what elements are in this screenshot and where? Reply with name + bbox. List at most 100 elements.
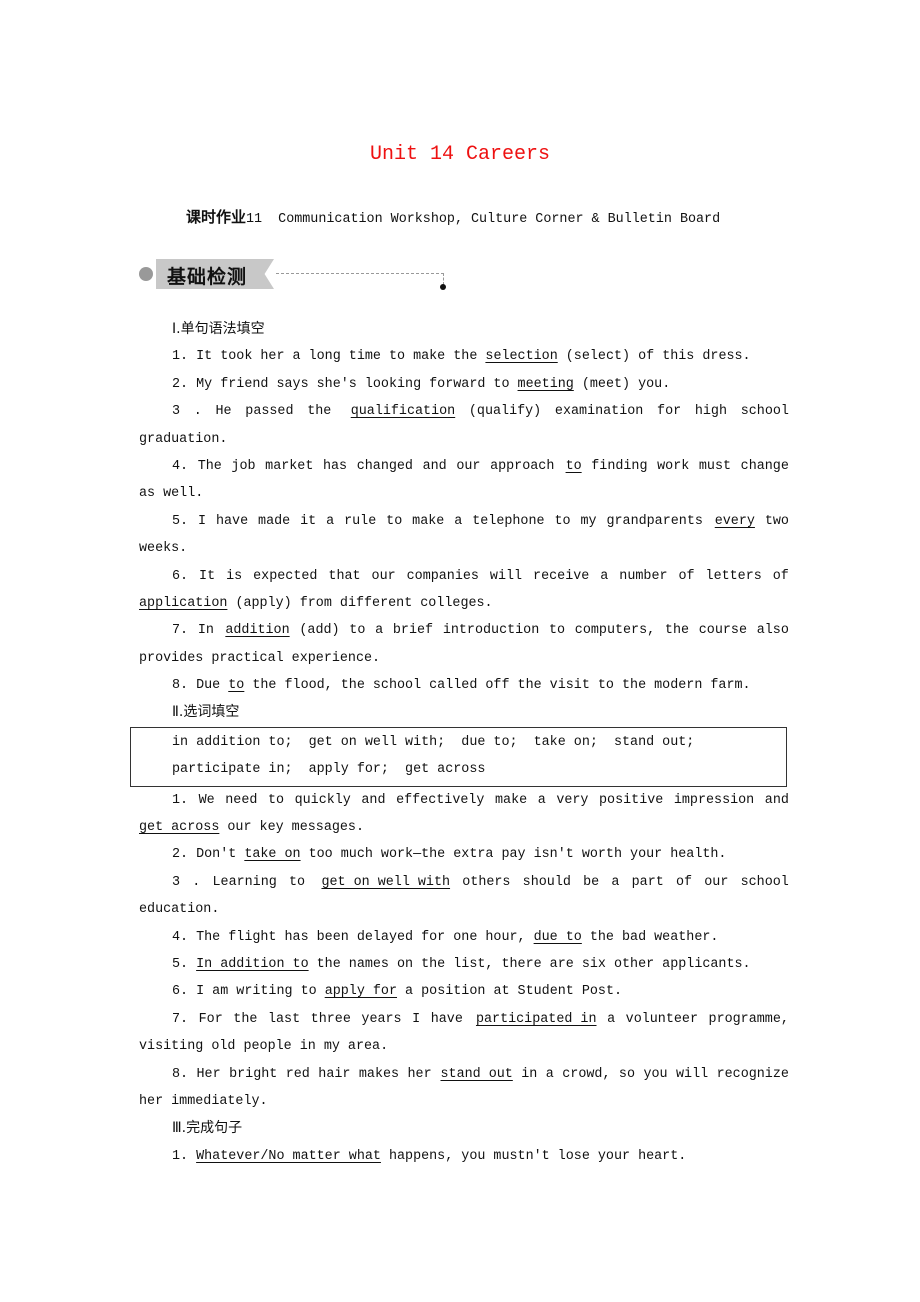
exercise-item: 7. In addition (add) to a brief introduc… [139, 617, 789, 672]
exercise-item: 3 . Learning to get on well with others … [139, 869, 789, 924]
item-text: expected [245, 568, 318, 584]
item-text: need [217, 792, 258, 808]
item-text: school [732, 874, 789, 890]
item-text: the [299, 404, 332, 420]
item-text: rule [336, 513, 377, 529]
exercise-item: 3 . He passed the qualification (qualify… [139, 398, 789, 453]
answer-blank: take on [244, 847, 301, 863]
item-text: make [486, 792, 528, 808]
item-text: should [514, 874, 571, 890]
item-text: programme, [700, 1011, 789, 1027]
item-text: He [207, 404, 232, 420]
item-text: (add) [291, 623, 340, 639]
item-line: 7. For the last three years I have parti… [139, 1006, 789, 1033]
item-text: work [649, 458, 690, 474]
item-text: effectively [388, 792, 485, 808]
section-header: Ⅱ.选词填空 [172, 704, 240, 721]
item-text [309, 869, 317, 896]
item-text: job [223, 458, 256, 474]
item-text: her [399, 1066, 432, 1082]
item-text: and [756, 792, 789, 808]
item-text: course [690, 623, 747, 639]
answer-blank: every [714, 513, 755, 529]
exercise-item: 1. Whatever/No matter what happens, you … [139, 1143, 789, 1170]
item-text: visiting old people in my area. [139, 1039, 389, 1055]
item-text: grandparents [598, 513, 703, 529]
item-text: receive [525, 568, 590, 584]
item-line: 4. The flight has been delayed for one h… [139, 924, 789, 951]
item-text: Learning [204, 874, 277, 890]
answer-blank: application [139, 595, 228, 611]
item-text: computers, [566, 623, 656, 639]
item-text: made [250, 513, 291, 529]
exercise-item: 4. The job market has changed and our ap… [139, 453, 789, 508]
item-text: hair [310, 1066, 351, 1082]
item-text: (apply) from different colleges. [227, 595, 493, 611]
item-text: to [280, 874, 306, 890]
item-text: and [353, 792, 386, 808]
item-text: 1. It took her a long time to make the [172, 349, 486, 365]
item-text: is [218, 568, 243, 584]
item-text: approach [482, 458, 555, 474]
item-text: volunteer [617, 1011, 698, 1027]
answer-blank: selection [485, 349, 558, 365]
item-text: 1. [172, 792, 189, 808]
item-line: 7. In addition (add) to a brief introduc… [139, 617, 789, 644]
item-text: It [191, 568, 216, 584]
badge-label: 基础检测 [167, 266, 248, 288]
item-text: our [448, 458, 481, 474]
word-bank-line: in addition to; get on well with; due to… [172, 734, 695, 750]
item-line: 5. In addition to the names on the list,… [139, 951, 789, 978]
item-text: also [748, 623, 789, 639]
item-line: 5. I have made it a rule to make a telep… [139, 508, 789, 535]
answer-blank: apply for [324, 984, 398, 1000]
item-text: happens, you mustn't lose your heart. [380, 1148, 687, 1164]
word-bank-box: in addition to; get on well with; due to… [130, 726, 787, 787]
exercise-item: 1. We need to quickly and effectively ma… [139, 787, 789, 842]
item-text: her immediately. [139, 1093, 268, 1109]
item-text: recognize [708, 1066, 789, 1082]
item-text: letters [697, 568, 762, 584]
item-text: We [190, 792, 215, 808]
item-text: the [656, 623, 690, 639]
item-text: be [575, 874, 600, 890]
item-text: examination [546, 404, 644, 420]
item-text: 7. [172, 623, 189, 639]
lesson-subtitle: 课时作业11 Communication Workshop, Culture C… [186, 206, 720, 227]
item-text: 6. [172, 568, 189, 584]
item-text: 6. I am writing to [172, 984, 325, 1000]
item-text: 3 [172, 874, 181, 890]
answer-blank: to [228, 678, 245, 694]
item-line: 8. Due to the flood, the school called o… [139, 672, 789, 699]
item-text: market [257, 458, 314, 474]
page-title: Unit 14 Careers [369, 143, 551, 166]
item-text: bright [221, 1066, 278, 1082]
item-text: to [378, 513, 403, 529]
item-text: so [610, 1066, 635, 1082]
exercise-item: 6. It is expected that our companies wil… [139, 563, 789, 618]
item-line: 3 . He passed the qualification (qualify… [139, 398, 789, 425]
dashed-divider [276, 273, 444, 274]
item-text: The [189, 458, 222, 474]
item-text: companies [398, 568, 479, 584]
exercise-item: 2. Don't take on too much work—the extra… [139, 841, 789, 868]
item-text: change [732, 458, 789, 474]
exercise-item: 8. Her bright red hair makes her stand o… [139, 1061, 789, 1116]
item-text: introduction [434, 623, 540, 639]
item-text: school [732, 404, 789, 420]
item-text [465, 1006, 473, 1033]
item-text: Her [188, 1066, 221, 1082]
item-text: others [454, 874, 511, 890]
item-text: has [314, 458, 348, 474]
exercise-item: 6. I am writing to apply for a position … [139, 978, 789, 1005]
answer-blank: qualification [350, 404, 456, 420]
item-text: part [623, 874, 664, 890]
answer-blank: In addition to [196, 957, 309, 973]
item-text: the bad weather. [581, 929, 719, 945]
item-text: a [318, 513, 335, 529]
item-line: as well. [139, 480, 789, 507]
item-text [337, 398, 345, 425]
item-text: two [756, 513, 789, 529]
item-text: weeks. [139, 541, 188, 557]
item-text: (select) of this dress. [557, 349, 751, 365]
